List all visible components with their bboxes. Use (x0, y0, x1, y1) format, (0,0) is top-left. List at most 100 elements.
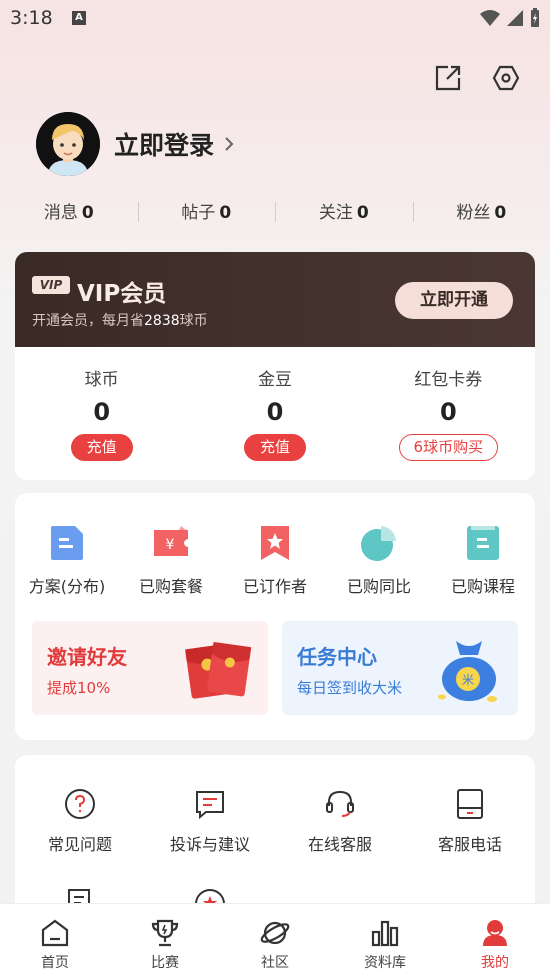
planet-icon (260, 921, 290, 945)
stat-label: 粉丝 (456, 203, 491, 223)
support-row: 常见问题 投诉与建议 在线客服 客服电话 (15, 755, 535, 855)
vip-title: VIP会员 (77, 281, 167, 307)
support-label: 在线客服 (307, 835, 372, 854)
stat-value: 0 (219, 203, 232, 223)
status-icons (480, 8, 540, 28)
invite-subtitle: 提成10% (47, 679, 111, 697)
support-label: 常见问题 (47, 835, 112, 854)
trophy-icon (151, 919, 179, 947)
task-title: 任务中心 (297, 645, 377, 669)
vip-open-button[interactable]: 立即开通 (395, 282, 513, 319)
wallet-coupons: 红包卡券 0 6球币购买 (362, 365, 535, 461)
service-subscribed-authors[interactable]: 已订作者 (223, 523, 327, 597)
stat-label: 关注 (318, 203, 353, 223)
buy-coupon-button[interactable]: 6球币购买 (398, 434, 499, 461)
tab-label: 资料库 (364, 955, 406, 971)
money-bag-icon: 米 (438, 641, 497, 702)
stat-messages[interactable]: 消息 0 (0, 198, 138, 223)
faq-item[interactable]: 常见问题 (15, 787, 145, 855)
support-label: 投诉与建议 (169, 835, 250, 854)
wallet-beans: 金豆 0 充值 (188, 365, 361, 461)
stat-posts[interactable]: 帖子 0 (137, 198, 276, 223)
service-yoy[interactable]: 已购同比 (327, 523, 431, 597)
wallet-value: 0 (266, 398, 284, 426)
vip-card: VIP VIP会员 开通会员，每月省2838球币 立即开通 球币 0 充值 金豆… (15, 252, 535, 480)
chevron-right-icon (225, 137, 234, 151)
wallet-label: 金豆 (257, 370, 292, 390)
support-label: 客服电话 (437, 835, 502, 854)
settings-button[interactable] (490, 62, 522, 94)
tab-database[interactable]: 资料库 (330, 904, 440, 979)
pie-icon (361, 526, 396, 561)
services-row: 方案(分布) ¥ 已购套餐 已订作者 已购同比 已购课程 (15, 493, 535, 597)
login-link[interactable]: 立即登录 (114, 126, 214, 162)
tab-mine[interactable]: 我的 (440, 904, 550, 979)
wallet-label: 红包卡券 (414, 370, 483, 390)
wallet-row: 球币 0 充值 金豆 0 充值 红包卡券 0 6球币购买 (15, 347, 535, 461)
vip-subtitle-amount: 2838 (144, 313, 180, 329)
stat-value: 0 (494, 203, 507, 223)
tab-label: 首页 (41, 955, 69, 971)
user-icon (483, 920, 507, 946)
avatar-icon (36, 112, 100, 176)
service-label: 方案(分布) (28, 577, 106, 596)
task-subtitle: 每日签到收大米 (297, 679, 403, 697)
hotline-item[interactable]: 客服电话 (405, 787, 535, 855)
gear-icon (492, 65, 520, 91)
doc-blue-icon (51, 526, 83, 560)
tab-matches[interactable]: 比赛 (110, 904, 220, 979)
share-button[interactable] (432, 62, 464, 94)
service-label: 已购同比 (346, 577, 411, 596)
status-time: 3:18 (10, 7, 53, 29)
vip-badge: VIP (32, 276, 70, 294)
feedback-item[interactable]: 投诉与建议 (145, 787, 275, 855)
services-card: 方案(分布) ¥ 已购套餐 已订作者 已购同比 已购课程 邀请好友 提成10% (15, 493, 535, 740)
service-packages[interactable]: ¥ 已购套餐 (119, 523, 223, 597)
tab-home[interactable]: 首页 (0, 904, 110, 979)
top-actions (432, 62, 522, 94)
stat-label: 帖子 (181, 203, 216, 223)
svg-text:¥: ¥ (166, 537, 175, 553)
vip-banner: VIP VIP会员 开通会员，每月省2838球币 立即开通 (15, 252, 535, 347)
wallet-label: 球币 (84, 370, 119, 390)
vip-subtitle: 开通会员，每月省2838球币 (32, 310, 208, 330)
recharge-beans-button[interactable]: 充值 (243, 434, 306, 461)
headset-icon (326, 790, 354, 817)
phone-icon (457, 789, 483, 819)
service-plans[interactable]: 方案(分布) (15, 523, 119, 597)
vip-subtitle-prefix: 开通会员，每月省 (32, 313, 144, 329)
tab-label: 社区 (261, 955, 289, 971)
money-bag-label: 米 (462, 673, 474, 687)
red-envelope-icon (185, 641, 252, 699)
bottom-tab-bar: 首页 比赛 社区 资料库 我的 (0, 903, 550, 979)
wallet-value: 0 (439, 398, 457, 426)
ticket-yen-icon: ¥ (154, 526, 188, 556)
profile-header[interactable]: 立即登录 (36, 112, 234, 176)
question-icon (65, 789, 95, 819)
service-courses[interactable]: 已购课程 (431, 523, 535, 597)
home-icon (41, 919, 69, 947)
stat-following[interactable]: 关注 0 (275, 198, 413, 223)
stat-fans[interactable]: 粉丝 0 (412, 198, 550, 223)
service-label: 已订作者 (242, 577, 307, 596)
promo-row: 邀请好友 提成10% 任务中心 每日签到收大米 米 (15, 621, 535, 715)
stat-value: 0 (356, 203, 369, 223)
service-label: 已购套餐 (138, 577, 203, 596)
recharge-coins-button[interactable]: 充值 (70, 434, 133, 461)
bar-chart-icon (371, 920, 399, 947)
stat-label: 消息 (43, 203, 78, 223)
tab-community[interactable]: 社区 (220, 904, 330, 979)
wifi-icon (480, 10, 500, 26)
vip-subtitle-suffix: 球币 (179, 313, 208, 329)
status-bar: 3:18 A (0, 0, 550, 38)
task-center-banner[interactable]: 任务中心 每日签到收大米 米 (282, 621, 518, 715)
online-service-item[interactable]: 在线客服 (275, 787, 405, 855)
bookmark-star-icon (261, 526, 289, 560)
invite-title: 邀请好友 (47, 645, 127, 669)
battery-icon (531, 8, 539, 27)
service-label: 已购课程 (450, 577, 515, 596)
invite-friends-banner[interactable]: 邀请好友 提成10% (32, 621, 268, 715)
wallet-value: 0 (93, 398, 111, 426)
share-icon (435, 65, 461, 91)
avatar[interactable] (36, 112, 100, 176)
